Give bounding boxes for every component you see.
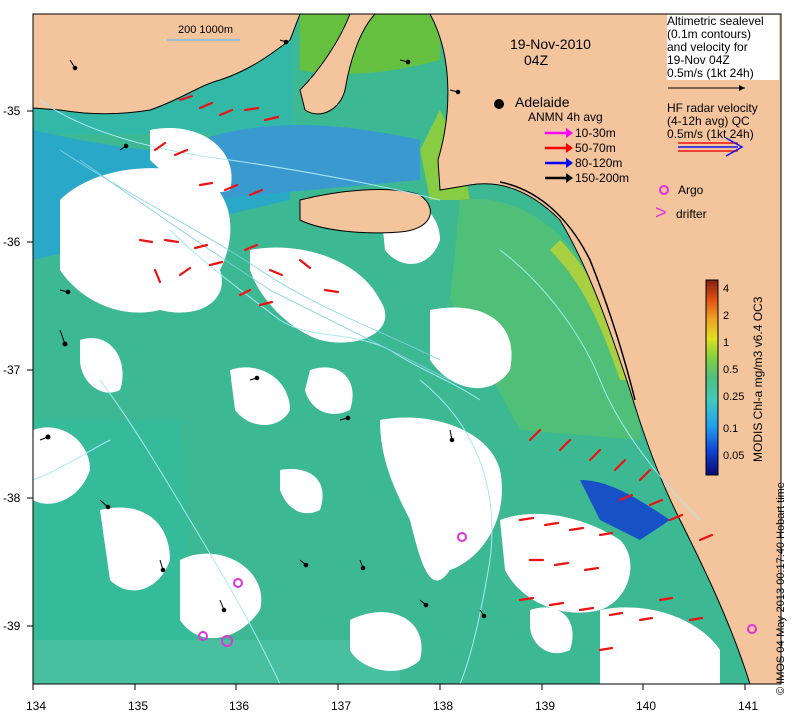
- adelaide-marker: [494, 99, 504, 109]
- y-tick-label: -36: [3, 235, 21, 249]
- colorbar: [705, 279, 719, 476]
- x-tick-label: 139: [535, 699, 556, 713]
- x-tick-label: 136: [229, 699, 250, 713]
- drifter-legend-symbol: >: [655, 202, 667, 224]
- colorbar-tick: 1: [723, 337, 730, 349]
- argo-legend-label: Argo: [678, 183, 704, 197]
- x-tick-label: 135: [128, 699, 149, 713]
- x-tick-label: 140: [636, 699, 657, 713]
- colorbar-tick: 0.05: [723, 450, 745, 462]
- scale-label: 200 1000m: [178, 24, 234, 36]
- credit-label: © IMOS 04-May-2013 00:17:40 Hobart time: [775, 482, 787, 695]
- kangaroo-island: [299, 189, 431, 234]
- colorbar-title: MODIS Chl-a mg/m3 v6.4 OC3: [751, 296, 765, 462]
- x-tick-label: 141: [738, 699, 759, 713]
- x-tick-label: 138: [433, 699, 454, 713]
- altimetric-legend: Altimetric sealevel (0.1m contours) and …: [667, 15, 779, 80]
- colorbar-tick: 2: [723, 310, 730, 322]
- drifter-legend-label: drifter: [676, 207, 707, 221]
- y-tick-label: -37: [3, 363, 21, 377]
- date-label: 19-Nov-2010: [510, 36, 591, 52]
- anmn-item-3: 80-120m: [575, 156, 623, 170]
- colorbar-tick: 0.25: [723, 391, 745, 403]
- anmn-item-2: 50-70m: [575, 141, 616, 155]
- colorbar-tick: 0.1: [723, 423, 739, 435]
- y-tick-label: -35: [3, 104, 21, 118]
- colorbar-tick: 0.5: [723, 364, 739, 376]
- time-label: 04Z: [524, 52, 549, 68]
- anmn-title: ANMN 4h avg: [528, 110, 603, 124]
- anmn-item-4: 150-200m: [575, 171, 630, 185]
- hf-radar-legend: HF radar velocity (4-12h avg) QC 0.5m/s …: [667, 102, 758, 141]
- x-tick-label: 137: [331, 699, 352, 713]
- colorbar-tick: 4: [723, 283, 730, 295]
- legend-line: 0.5m/s (1kt 24h): [667, 127, 754, 141]
- city-label: Adelaide: [515, 94, 570, 110]
- y-tick-label: -38: [3, 491, 21, 505]
- legend-line: 0.5m/s (1kt 24h): [667, 66, 754, 80]
- y-tick-label: -39: [3, 619, 21, 633]
- x-tick-label: 134: [26, 699, 47, 713]
- anmn-item-1: 10-30m: [575, 126, 616, 140]
